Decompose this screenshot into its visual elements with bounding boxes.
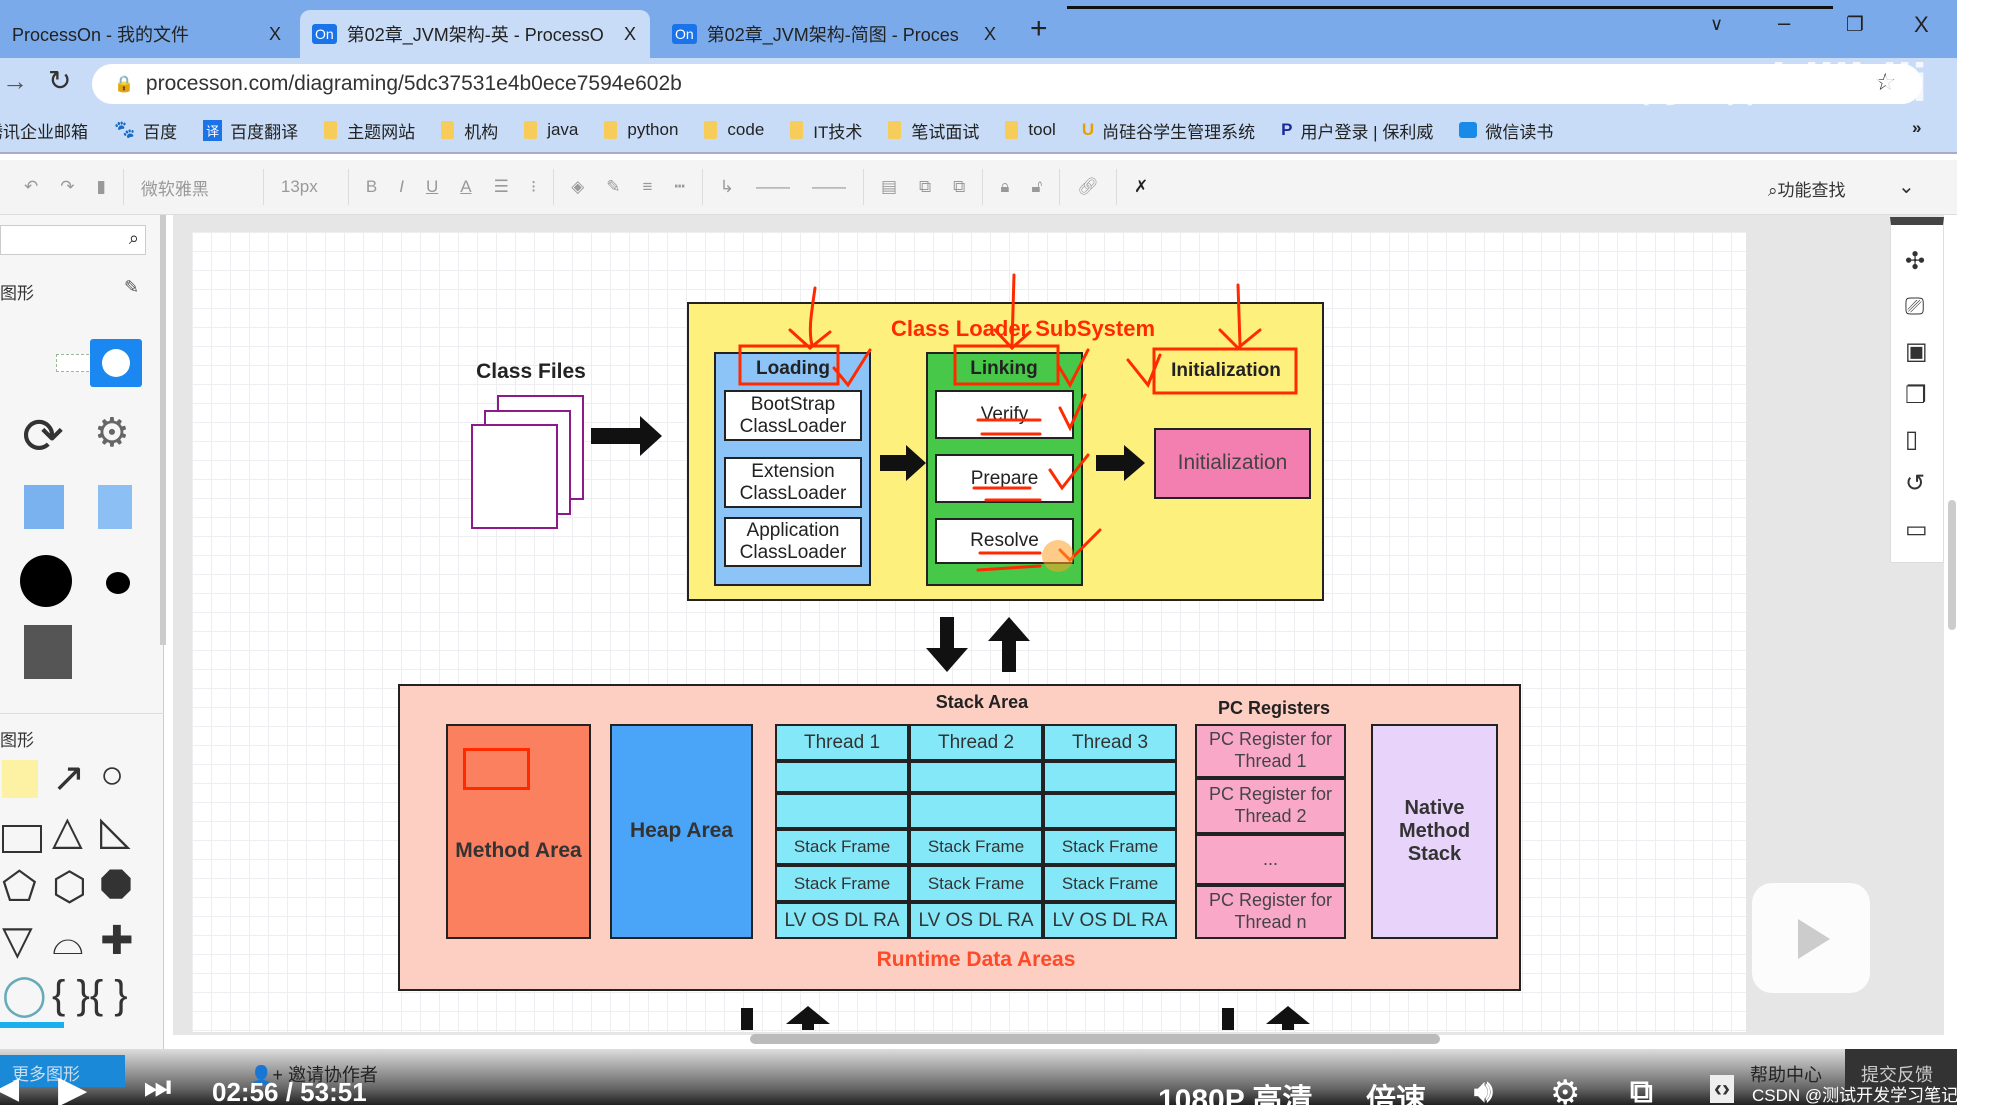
- page-margin: [1957, 0, 1989, 1105]
- diagram-overlay: [591, 273, 1310, 1030]
- navigate-icon[interactable]: ✣: [1905, 247, 1925, 276]
- danmaku-icon[interactable]: ‹›: [1710, 1075, 1734, 1103]
- down-arrow-icon: [926, 617, 968, 672]
- bilibili-tv-logo: [1752, 883, 1870, 993]
- style-icon[interactable]: ⎚: [1905, 293, 1924, 321]
- right-arrow-icon: [591, 416, 662, 456]
- history-icon[interactable]: ↺: [1905, 469, 1925, 498]
- canvas-horizontal-scrollbar[interactable]: [750, 1034, 1440, 1044]
- canvas-vertical-scrollbar[interactable]: [1948, 500, 1956, 630]
- page-icon[interactable]: ▯: [1905, 425, 1918, 454]
- cursor-highlight: [1042, 540, 1074, 572]
- up-arrow-icon: [786, 1006, 830, 1030]
- up-arrow-icon: [1266, 1006, 1310, 1030]
- right-arrow-icon: [880, 445, 926, 481]
- volume-icon[interactable]: 🔊︎: [1474, 1075, 1493, 1109]
- down-arrow-icon: [1222, 1008, 1234, 1030]
- settings-gear-icon[interactable]: ⚙: [1550, 1073, 1580, 1113]
- quality-button[interactable]: 1080P 高清: [1158, 1075, 1313, 1119]
- calendar-icon[interactable]: ▣: [1905, 337, 1928, 366]
- down-arrow-icon: [741, 1008, 753, 1030]
- next-icon[interactable]: ⏭: [144, 1071, 171, 1105]
- right-arrow-icon: [1096, 445, 1145, 481]
- video-time: 02:56 / 53:51: [212, 1077, 367, 1107]
- comment-icon[interactable]: ▭: [1905, 515, 1928, 544]
- flow-arrows: [591, 416, 1310, 1030]
- play-icon[interactable]: ▶: [58, 1067, 87, 1112]
- pages-icon[interactable]: ❐: [1905, 381, 1927, 410]
- red-annotations: [738, 273, 1298, 572]
- speed-button[interactable]: 倍速: [1366, 1075, 1426, 1119]
- up-arrow-icon: [988, 617, 1030, 672]
- csdn-credit: CSDN @测试开发学习笔记: [1752, 1086, 1959, 1105]
- right-tool-panel: ✣ ⎚ ▣ ❐ ▯ ↺ ▭: [1890, 217, 1944, 563]
- previous-icon[interactable]: ◀: [0, 1071, 19, 1106]
- video-controls: ◀ ▶ ⏭ 02:56 / 53:51 1080P 高清 倍速 🔊︎ ⚙ ⧉ ‹…: [0, 1069, 1989, 1117]
- pip-icon[interactable]: ⧉: [1630, 1073, 1653, 1111]
